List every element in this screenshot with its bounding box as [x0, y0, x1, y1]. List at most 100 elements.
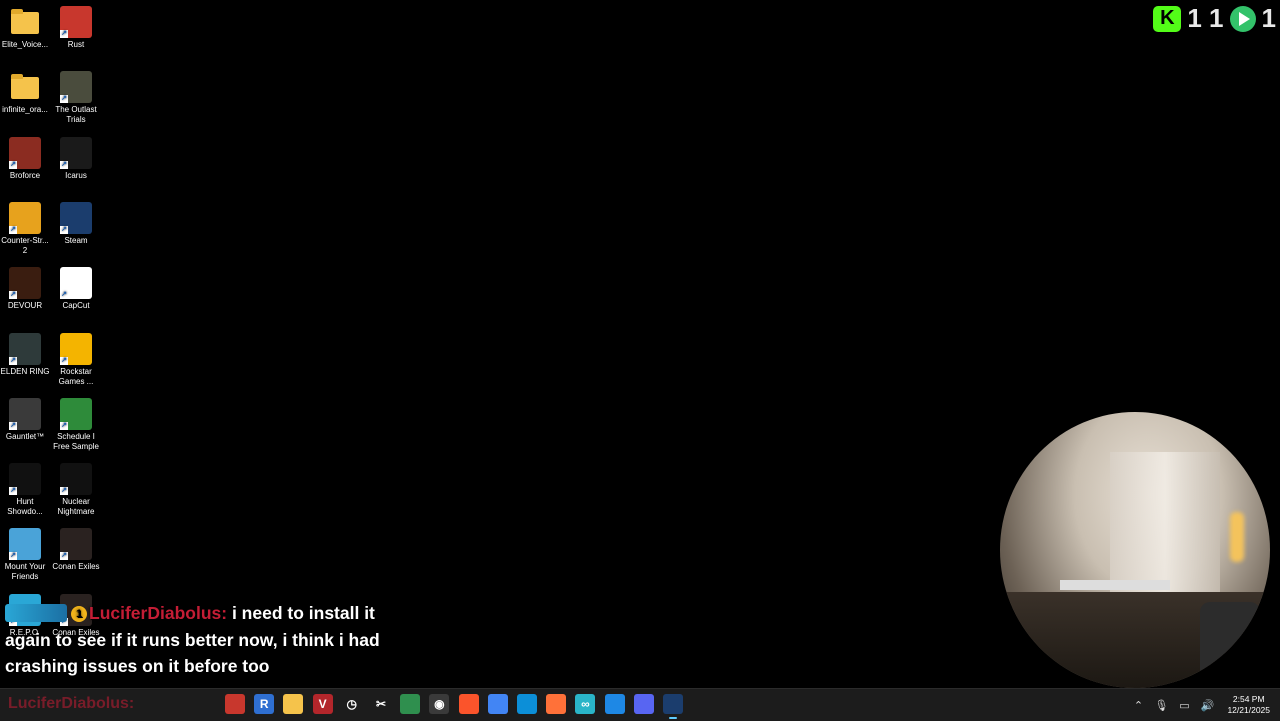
desktop-icon[interactable]: ↗Conan Exiles — [51, 528, 101, 572]
taskbar: LuciferDiabolus: R V ◷ ✂ ◉ ∞ ⌃ 🎙 ▭ 🔊 2:54 PM … — [0, 688, 1280, 721]
desktop-icon-label: Rust — [67, 40, 85, 49]
counter-strike-icon: ↗ — [9, 201, 41, 234]
file-explorer-icon[interactable] — [283, 694, 304, 714]
map-app-icon[interactable] — [400, 694, 421, 714]
desktop-icon[interactable]: ↗ Broforce — [0, 136, 50, 181]
rumble-icon — [1229, 5, 1256, 32]
taskbar-chat-ghost: LuciferDiabolus: — [8, 695, 135, 712]
desktop-icon-label: Elite_Voice... — [1, 40, 49, 49]
shortcut-arrow-icon: ↗ — [9, 552, 17, 561]
desktop-icon-label: ELDEN RING — [0, 366, 50, 376]
desktop-icon[interactable]: ↗ Gauntlet™ — [0, 397, 50, 442]
desktop-icon[interactable]: ↗ Steam — [51, 201, 101, 246]
shortcut-arrow-icon: ↗ — [9, 160, 17, 169]
hunt-showdown-icon: ↗ — [9, 463, 41, 496]
kick-icon: K — [1153, 5, 1182, 32]
shortcut-arrow-icon: ↗ — [60, 160, 68, 169]
desktop-icon[interactable]: ↗ Icarus — [51, 136, 101, 181]
chrome-icon[interactable] — [487, 694, 508, 714]
shortcut-arrow-icon: ↗ — [9, 421, 17, 430]
desktop-icon-label: Nuclear Nightmare — [57, 497, 95, 517]
capcut-icon: ↗ — [60, 267, 92, 300]
app-teal-icon[interactable]: ∞ — [575, 694, 596, 714]
desktop-icon-label: Hunt Showdo... — [7, 497, 43, 517]
shortcut-arrow-icon: ↗ — [60, 30, 68, 38]
desktop-icon-label: infinite_ora... — [2, 105, 48, 115]
shortcut-arrow-icon: ↗ — [9, 225, 17, 234]
desktop-icon[interactable]: ↗ Rust — [51, 6, 101, 50]
firefox-icon[interactable] — [546, 694, 567, 714]
elden-ring-icon: ↗ — [9, 332, 41, 365]
outlast-trials-icon: ↗ — [60, 71, 92, 104]
viewer-counter: K 1 1 1 — [1153, 3, 1276, 34]
chat-username: LuciferDiabolus: — [89, 603, 228, 623]
clock-time: 2:54 PM — [1232, 694, 1265, 704]
shortcut-arrow-icon: ↗ — [60, 421, 68, 430]
capcut-icon[interactable]: ✂ — [371, 694, 391, 714]
desktop-icon[interactable]: ↗ Nuclear Nightmare — [51, 463, 101, 517]
nuclear-nightmare-icon: ↗ — [60, 463, 92, 496]
shortcut-arrow-icon: ↗ — [60, 487, 68, 496]
desktop-icon-label: Icarus — [65, 170, 87, 180]
r-app-icon[interactable]: R — [254, 694, 275, 714]
desktop-icon-label: CapCut — [62, 301, 90, 311]
steam-icon: ↗ — [60, 201, 92, 234]
desktop-icon-label: Broforce — [9, 170, 41, 180]
webcam-feed — [1000, 412, 1270, 688]
desktop-icon[interactable]: ↗ Counter-Str... 2 — [0, 201, 50, 256]
rockstar-icon: ↗ — [60, 332, 92, 365]
shortcut-arrow-icon: ↗ — [60, 356, 68, 365]
microphone-icon[interactable]: 🎙 — [1154, 699, 1168, 712]
shortcut-arrow-icon: ↗ — [9, 291, 17, 300]
obs-icon[interactable]: ◉ — [429, 694, 450, 714]
shortcut-arrow-icon: ↗ — [9, 356, 17, 365]
desktop-icon[interactable]: ↗ Schedule I Free Sample — [51, 397, 101, 452]
volume-icon[interactable]: 🔊 — [1200, 699, 1215, 712]
vscode-icon[interactable] — [604, 694, 625, 714]
desktop-icon[interactable]: infinite_ora... — [0, 71, 50, 115]
rumble-viewer-count: 1 — [1261, 3, 1276, 33]
clock[interactable]: 2:54 PM 12/21/2025 — [1227, 694, 1270, 716]
desktop-icon[interactable]: Elite_Voice... — [0, 6, 50, 50]
desktop-icon-label: Schedule I Free Sample — [53, 431, 99, 451]
desktop-icon[interactable]: ↗ Mount Your Friends — [0, 528, 50, 582]
desktop-icon-label: The Outlast Trials — [55, 105, 97, 125]
kick-viewer-count: 1 1 — [1187, 3, 1224, 33]
desktop-icon[interactable]: ↗ Rockstar Games ... — [51, 332, 101, 387]
folder-icon — [9, 6, 41, 38]
brave-icon[interactable] — [458, 694, 479, 714]
desktop-icon[interactable]: ↗ ELDEN RING — [0, 332, 50, 377]
chevron-up-icon[interactable]: ⌃ — [1131, 699, 1145, 712]
shortcut-arrow-icon: ↗ — [9, 487, 17, 496]
clock-date: 12/21/2025 — [1227, 705, 1270, 715]
shortcut-arrow-icon: ↗ — [60, 552, 68, 561]
icarus-icon: ↗ — [60, 136, 92, 169]
desktop-icon-label: Rockstar Games ... — [58, 366, 94, 386]
desktop-icon-label: Gauntlet™ — [5, 431, 45, 441]
shortcut-arrow-icon: ↗ — [60, 291, 68, 300]
desktop-icon[interactable]: ↗ DEVOUR — [0, 267, 50, 311]
shortcut-arrow-icon: ↗ — [60, 95, 68, 104]
desktop-icon-label: Mount Your Friends — [4, 562, 46, 582]
desktop-icon-label: Conan Exiles — [52, 562, 100, 572]
system-tray: ⌃ 🎙 ▭ 🔊 2:54 PM 12/21/2025 — [1131, 689, 1270, 721]
desktop-icon-label: Counter-Str... 2 — [1, 235, 49, 255]
desktop-icon[interactable]: ↗ The Outlast Trials — [51, 71, 101, 125]
rust-icon: ↗ — [60, 6, 92, 38]
chat-badge-icon — [5, 604, 67, 622]
mount-your-friends-icon: ↗ — [9, 528, 41, 561]
gauntlet-icon: ↗ — [9, 397, 41, 430]
voicemeeter-icon[interactable]: V — [312, 694, 333, 714]
desktop-icon-label: DEVOUR — [7, 301, 43, 311]
chat-count-badge: 1 — [71, 606, 87, 622]
desktop-icon[interactable]: ↗ CapCut — [51, 267, 101, 311]
stopwatch-icon[interactable]: ◷ — [341, 694, 362, 714]
edge-icon[interactable] — [517, 694, 537, 714]
steam-icon[interactable] — [663, 694, 683, 719]
network-icon[interactable]: ▭ — [1177, 699, 1191, 712]
desktop-icon[interactable]: ↗ Hunt Showdo... — [0, 463, 50, 517]
discord-icon[interactable] — [633, 694, 654, 714]
conan-exiles-icon: ↗ — [60, 528, 92, 561]
app-red-icon[interactable] — [225, 694, 245, 714]
broforce-icon: ↗ — [9, 136, 41, 169]
